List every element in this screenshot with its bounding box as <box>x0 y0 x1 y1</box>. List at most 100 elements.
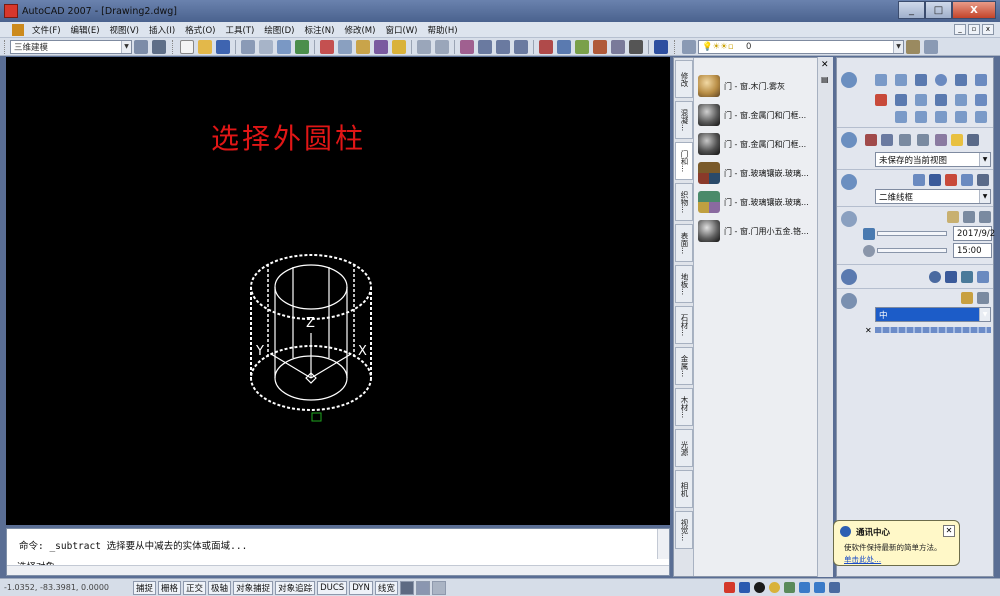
document-icon[interactable] <box>12 23 24 36</box>
render-icon[interactable] <box>841 293 857 309</box>
material-editor-icon[interactable] <box>945 271 957 283</box>
materials-icon[interactable] <box>841 269 857 285</box>
tool-palettes-icon[interactable] <box>575 39 589 54</box>
conceptual-icon[interactable] <box>977 174 989 186</box>
copy-icon[interactable] <box>338 39 352 54</box>
interfere-icon[interactable] <box>975 111 987 123</box>
doc-minimize-button[interactable]: _ <box>954 24 966 35</box>
skin-icon[interactable] <box>814 581 825 593</box>
material-mapping-icon[interactable] <box>977 271 989 283</box>
date-field[interactable]: 2017/9/2 <box>953 226 995 241</box>
intersect-icon[interactable] <box>915 111 927 123</box>
model-icon[interactable] <box>399 580 414 595</box>
menu-format[interactable]: 格式(O) <box>180 24 220 36</box>
moon-icon[interactable] <box>754 581 765 593</box>
properties-icon[interactable]: ▤ <box>821 75 829 84</box>
minimize-button[interactable]: _ <box>898 1 925 19</box>
user-icon[interactable] <box>799 581 810 593</box>
time-field[interactable]: 15:00 <box>953 243 992 258</box>
pan-icon[interactable] <box>460 39 474 54</box>
tab-wood[interactable]: 木材... <box>675 388 693 426</box>
ortho-toggle[interactable]: 正交 <box>183 580 207 595</box>
menu-view[interactable]: 视图(V) <box>105 24 144 36</box>
visual-style-icon[interactable] <box>841 174 857 190</box>
slice-icon[interactable] <box>935 111 947 123</box>
menu-tools[interactable]: 工具(T) <box>220 24 259 36</box>
palette-titlebar[interactable]: ✕ ▤ <box>817 57 833 577</box>
thicken-icon[interactable] <box>955 111 967 123</box>
command-scrollbar[interactable] <box>657 529 669 559</box>
coordinate-readout[interactable]: -1.0352, -83.3981, 0.0000 <box>0 583 132 592</box>
material-browser-icon[interactable] <box>929 271 941 283</box>
lineweight-toggle[interactable]: 线宽 <box>374 580 398 595</box>
3d-wireframe-icon[interactable] <box>929 174 941 186</box>
zoom-icon[interactable] <box>881 134 893 146</box>
workspace-settings-icon[interactable] <box>134 39 148 54</box>
drawing-area[interactable]: 选择外圆柱 Z X Y <box>6 57 670 525</box>
grid-toggle[interactable]: 栅格 <box>158 580 182 595</box>
layer-previous-icon[interactable] <box>924 39 938 54</box>
plot-preview-icon[interactable] <box>259 39 273 54</box>
date-slider[interactable] <box>877 231 947 236</box>
input-mode-icon[interactable] <box>739 581 750 593</box>
close-button[interactable]: X <box>952 1 996 19</box>
tab-masonry[interactable]: 石材... <box>675 306 693 344</box>
palette-item[interactable]: 门 - 窗.玻璃镶嵌.玻璃... <box>698 160 828 186</box>
menu-help[interactable]: 帮助(H) <box>423 24 463 36</box>
paste-icon[interactable] <box>356 39 370 54</box>
camera-icon[interactable] <box>967 134 979 146</box>
palette-item[interactable]: 门 - 窗.玻璃镶嵌.玻璃... <box>698 189 828 215</box>
tab-concrete[interactable]: 混凝... <box>675 101 693 139</box>
calculator-icon[interactable] <box>629 39 643 54</box>
tab-doors-windows[interactable]: 门和... <box>675 142 693 180</box>
cut-icon[interactable] <box>320 39 334 54</box>
workspace-select[interactable]: 三维建模 ▼ <box>10 39 132 54</box>
pan-icon[interactable] <box>865 134 877 146</box>
dyn-toggle[interactable]: DYN <box>349 580 373 595</box>
open-icon[interactable] <box>198 39 212 54</box>
make-object-layer-current-icon[interactable] <box>906 39 920 54</box>
close-icon[interactable]: ✕ <box>943 525 955 537</box>
swivel-icon[interactable] <box>917 134 929 146</box>
toolbar-grip[interactable] <box>172 39 175 54</box>
2d-wireframe-icon[interactable] <box>913 174 925 186</box>
emoji-icon[interactable] <box>769 581 780 593</box>
tray-settings-icon[interactable] <box>431 580 446 595</box>
redo-icon[interactable] <box>435 39 449 54</box>
union-icon[interactable] <box>975 94 987 106</box>
save-icon[interactable] <box>216 39 230 54</box>
close-icon[interactable]: ✕ <box>821 60 829 70</box>
command-window[interactable]: 命令: _subtract 选择要从中减去的实体或面域... 选择对象: <box>6 528 670 576</box>
palette-item[interactable]: 门 - 窗.门用小五金.铬... <box>698 218 828 244</box>
workspace-save-icon[interactable] <box>152 39 166 54</box>
pyramid-icon[interactable] <box>975 74 987 86</box>
menu-file[interactable]: 文件(F) <box>27 24 66 36</box>
tab-flooring[interactable]: 地板... <box>675 265 693 303</box>
zoom-window-icon[interactable] <box>496 39 510 54</box>
undo-icon[interactable] <box>417 39 431 54</box>
properties-icon[interactable] <box>539 39 553 54</box>
menu-dimension[interactable]: 标注(N) <box>299 24 339 36</box>
toolbar-grip[interactable] <box>4 39 7 54</box>
match-properties-icon[interactable] <box>374 39 388 54</box>
tab-metal[interactable]: 金属... <box>675 347 693 385</box>
wrench-icon[interactable] <box>829 581 840 593</box>
presspull-icon[interactable] <box>895 94 907 106</box>
cone-icon[interactable] <box>915 74 927 86</box>
layout-icon[interactable] <box>415 580 430 595</box>
close-icon[interactable]: ✕ <box>865 326 872 335</box>
realistic-icon[interactable] <box>961 174 973 186</box>
3d-make-icon[interactable] <box>841 72 857 88</box>
plot-icon[interactable] <box>241 39 255 54</box>
sphere-icon[interactable] <box>935 74 947 86</box>
material-attach-icon[interactable] <box>961 271 973 283</box>
osnap-toggle[interactable]: 对象捕捉 <box>233 580 274 595</box>
tab-modify[interactable]: 修改 <box>675 60 693 98</box>
geographic-location-icon[interactable] <box>979 211 991 223</box>
doc-restore-button[interactable]: ▫ <box>968 24 980 35</box>
render-settings-icon[interactable] <box>961 292 973 304</box>
view-select[interactable]: 未保存的当前视图 ▼ <box>875 152 991 167</box>
sogou-input-icon[interactable] <box>724 581 735 593</box>
palette-item[interactable]: 门 - 窗.木门.雾灰 <box>698 73 828 99</box>
fly-icon[interactable] <box>951 134 963 146</box>
